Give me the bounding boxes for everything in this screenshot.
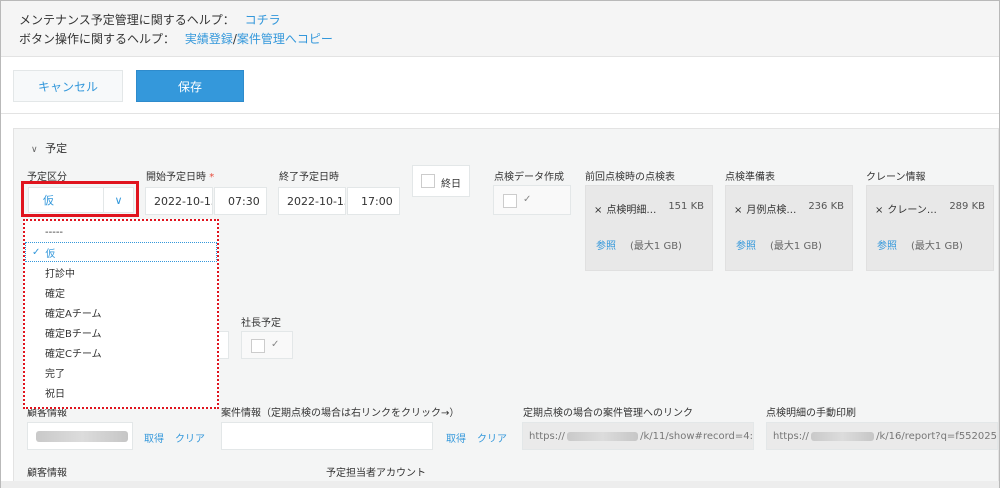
check-icon: ✓ xyxy=(271,339,280,350)
prev-sheet-attachment: × 点検明細… 151 KB 参照 (最大1 GB) xyxy=(585,185,713,271)
dropdown-option-selected[interactable]: ✓ 仮 xyxy=(25,242,217,262)
chevron-down-icon: ∨ xyxy=(31,145,38,155)
crane-info-label: クレーン情報 xyxy=(866,172,926,183)
dropdown-option-label: 仮 xyxy=(45,248,56,260)
help-header: メンテナンス予定管理に関するヘルプ： コチラ ボタン操作に関するヘルプ： 実績登… xyxy=(1,1,999,57)
president-checkbox[interactable]: ✓ xyxy=(241,331,293,359)
dropdown-option[interactable]: 打診中 xyxy=(25,262,217,282)
prev-sheet-max: (最大1 GB) xyxy=(630,241,682,252)
help-link-copy[interactable]: 案件管理へコピー xyxy=(237,32,333,46)
category-dropdown: ----- ✓ 仮 打診中 確定 確定Aチーム 確定Bチーム 確定Cチーム 完了… xyxy=(23,219,219,409)
prep-sheet-size: 236 KB xyxy=(808,201,844,212)
help-line-maintenance: メンテナンス予定管理に関するヘルプ： コチラ xyxy=(19,11,281,28)
end-date-input[interactable]: 2022-10-15 xyxy=(278,187,346,215)
redacted-host xyxy=(810,431,875,441)
assignee-label: 予定担当者アカウント xyxy=(326,468,426,479)
prep-sheet-browse-link[interactable]: 参照 xyxy=(736,237,756,252)
dropdown-option[interactable]: ----- xyxy=(25,222,217,242)
dropdown-option[interactable]: 確定Bチーム xyxy=(25,322,217,342)
close-icon[interactable]: × xyxy=(594,205,602,216)
close-icon[interactable]: × xyxy=(875,205,883,216)
crane-info-attachment: × クレーン… 289 KB 参照 (最大1 GB) xyxy=(866,185,994,271)
dropdown-option[interactable]: 確定Cチーム xyxy=(25,342,217,362)
highlight-box xyxy=(21,181,139,217)
customer-name-input[interactable] xyxy=(27,422,133,450)
project-clear-button[interactable]: クリア xyxy=(477,430,507,445)
prev-sheet-filename: 点検明細… xyxy=(606,205,657,216)
print-link-label: 点検明細の手動印刷 xyxy=(766,408,856,419)
inspection-data-check-square xyxy=(503,194,517,208)
cancel-button[interactable]: キャンセル xyxy=(13,70,123,102)
redacted-host xyxy=(566,431,639,441)
customer-clear-button[interactable]: クリア xyxy=(175,430,205,445)
start-label-text: 開始予定日時 xyxy=(146,172,206,183)
start-time-input[interactable]: 07:30 xyxy=(214,187,267,215)
project-link-suffix: /k/11/show#record=4: xyxy=(640,430,753,442)
prep-sheet-file[interactable]: × 月例点検… xyxy=(734,201,796,216)
check-icon: ✓ xyxy=(523,194,532,205)
print-link-suffix: /k/16/report?q=f552025 xyxy=(876,430,997,442)
section-header[interactable]: ∨ 予定 xyxy=(31,140,67,156)
prep-sheet-label: 点検準備表 xyxy=(725,172,775,183)
horizontal-scrollbar[interactable] xyxy=(1,481,999,488)
crane-info-size: 289 KB xyxy=(949,201,985,212)
prev-sheet-file[interactable]: × 点検明細… xyxy=(594,201,656,216)
crane-info-browse-link[interactable]: 参照 xyxy=(877,237,897,252)
allday-checkbox[interactable]: 終日 xyxy=(412,165,470,197)
print-link-prefix: https:// xyxy=(773,430,809,442)
help-label-maintenance: メンテナンス予定管理に関するヘルプ： xyxy=(19,13,235,27)
save-button[interactable]: 保存 xyxy=(136,70,244,102)
start-label: 開始予定日時 * xyxy=(146,168,214,183)
check-icon: ✓ xyxy=(32,246,41,258)
required-mark: * xyxy=(209,172,215,183)
help-label-buttons: ボタン操作に関するヘルプ： xyxy=(19,32,176,46)
button-bar: キャンセル 保存 xyxy=(1,58,999,114)
print-link-field[interactable]: https:// /k/16/report?q=f552025 xyxy=(766,422,998,450)
dropdown-option[interactable]: 完了 xyxy=(25,362,217,382)
help-link-record[interactable]: 実績登録 xyxy=(185,32,233,46)
project-lookup-button[interactable]: 取得 xyxy=(446,430,466,445)
crane-info-max: (最大1 GB) xyxy=(911,241,963,252)
dropdown-option[interactable]: 確定Aチーム xyxy=(25,302,217,322)
inspection-data-checkbox[interactable]: ✓ xyxy=(493,185,571,215)
customer-info-label: 顧客情報 xyxy=(27,468,67,479)
dropdown-option[interactable]: 祝日 xyxy=(25,382,217,402)
prev-sheet-browse-link[interactable]: 参照 xyxy=(596,237,616,252)
dropdown-option[interactable]: 確定 xyxy=(25,282,217,302)
crane-info-filename: クレーン… xyxy=(887,205,937,216)
end-time-input[interactable]: 17:00 xyxy=(347,187,400,215)
section-title: 予定 xyxy=(45,142,68,155)
prev-sheet-size: 151 KB xyxy=(668,201,704,212)
allday-label: 終日 xyxy=(441,179,461,190)
prep-sheet-filename: 月例点検… xyxy=(746,205,797,216)
prev-sheet-label: 前回点検時の点検表 xyxy=(585,172,675,183)
help-link-here[interactable]: コチラ xyxy=(245,13,281,27)
project-link-prefix: https:// xyxy=(529,430,565,442)
project-link-field[interactable]: https:// /k/11/show#record=4: xyxy=(522,422,754,450)
project-link-label: 定期点検の場合の案件管理へのリンク xyxy=(523,408,693,419)
prep-sheet-max: (最大1 GB) xyxy=(770,241,822,252)
inspection-data-label: 点検データ作成 xyxy=(494,172,564,183)
crane-info-file[interactable]: × クレーン… xyxy=(875,201,937,216)
customer-lookup-button[interactable]: 取得 xyxy=(144,430,164,445)
close-icon[interactable]: × xyxy=(734,205,742,216)
end-label: 終了予定日時 xyxy=(279,172,339,183)
allday-check-square xyxy=(421,174,435,188)
redacted-value xyxy=(36,431,128,442)
prep-sheet-attachment: × 月例点検… 236 KB 参照 (最大1 GB) xyxy=(725,185,853,271)
president-check-square xyxy=(251,339,265,353)
project-info-label: 案件情報（定期点検の場合は右リンクをクリック→） xyxy=(221,408,460,419)
start-date-input[interactable]: 2022-10-15 xyxy=(145,187,213,215)
project-info-input[interactable] xyxy=(221,422,433,450)
president-label: 社長予定 xyxy=(241,318,281,329)
help-line-buttons: ボタン操作に関するヘルプ： 実績登録/案件管理へコピー xyxy=(19,30,333,47)
